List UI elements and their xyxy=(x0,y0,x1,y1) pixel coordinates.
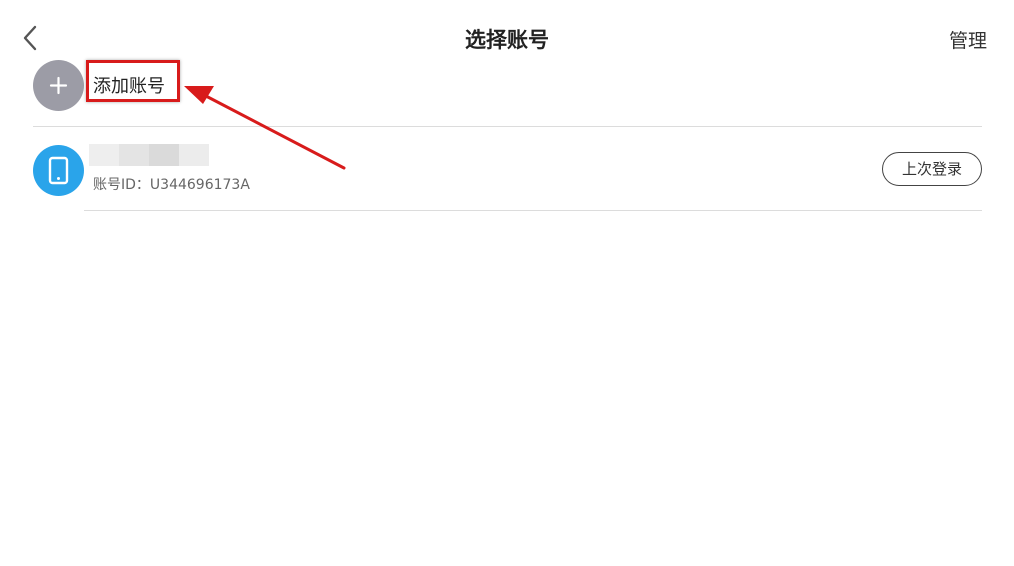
phone-icon xyxy=(48,156,69,185)
plus-icon xyxy=(49,76,68,95)
add-account-icon-circle[interactable] xyxy=(33,60,84,111)
account-list-item[interactable]: 账号ID：U344696173A 上次登录 xyxy=(33,140,982,202)
manage-button[interactable]: 管理 xyxy=(949,26,987,53)
divider xyxy=(33,126,982,127)
last-login-badge: 上次登录 xyxy=(882,152,982,186)
highlight-box xyxy=(86,60,180,102)
page-title: 选择账号 xyxy=(465,28,549,52)
avatar xyxy=(33,145,84,196)
account-select-screen: 选择账号 管理 添加账号 账号ID：U344696173A 上次登录 xyxy=(0,0,1014,566)
masked-account-name xyxy=(89,144,209,166)
account-id: 账号ID：U344696173A xyxy=(93,177,250,193)
divider xyxy=(84,210,982,211)
